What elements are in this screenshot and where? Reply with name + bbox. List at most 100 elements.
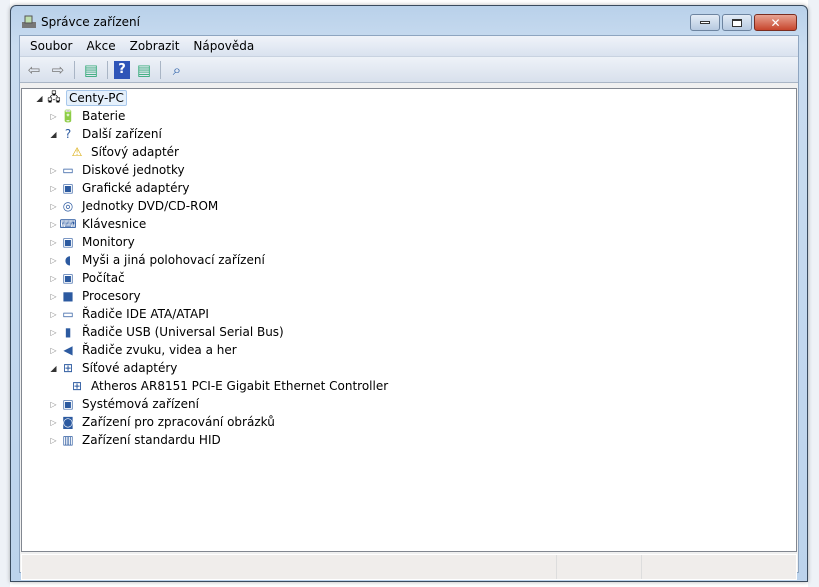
expand-arrow-icon[interactable]: ▷ [49, 400, 58, 409]
background-window [0, 0, 10, 587]
close-button[interactable]: ✕ [754, 14, 797, 31]
network-adapter-icon: ⊞ [62, 361, 74, 375]
display-adapter-icon: ▣ [62, 181, 74, 195]
tree-item-label: Diskové jednotky [82, 163, 185, 177]
scan-hardware-button[interactable]: ⌕ [167, 60, 187, 80]
tree-item[interactable]: ⚠ Síťový adaptér [68, 143, 181, 161]
system-device-icon: ▣ [62, 397, 74, 411]
menu-soubor[interactable]: Soubor [23, 39, 79, 53]
collapse-arrow-icon[interactable]: ◢ [49, 364, 58, 373]
tree-item-label: Klávesnice [82, 217, 147, 231]
client-area: Soubor Akce Zobrazit Nápověda ⇦ ⇨ ▤ ? ▤ … [19, 35, 799, 580]
expand-arrow-icon[interactable]: ▷ [49, 184, 58, 193]
tree-item-label: Řadiče USB (Universal Serial Bus) [82, 325, 284, 339]
show-hide-tree-button[interactable]: ▤ [81, 60, 101, 80]
ide-controller-icon: ▭ [62, 307, 74, 321]
tree-item[interactable]: ▷ ▣ Počítač [49, 269, 127, 287]
tree-item[interactable]: ▷ 🔋 Baterie [49, 107, 127, 125]
collapse-arrow-icon[interactable]: ◢ [49, 130, 58, 139]
expand-arrow-icon[interactable]: ▷ [49, 436, 58, 445]
tree-item-label: Počítač [82, 271, 125, 285]
keyboard-icon: ⌨ [59, 217, 77, 231]
tree-item[interactable]: ▷ ◎ Jednotky DVD/CD-ROM [49, 197, 220, 215]
unknown-device-icon: ? [64, 127, 72, 141]
menu-zobrazit[interactable]: Zobrazit [123, 39, 187, 53]
expand-arrow-icon[interactable]: ▷ [49, 112, 58, 121]
network-adapter-icon: ⊞ [71, 379, 83, 393]
background-window [808, 0, 819, 587]
tree-item[interactable]: ▷ ▥ Zařízení standardu HID [49, 431, 223, 449]
help-button[interactable]: ? [114, 60, 130, 79]
tree-item[interactable]: ▷ ▣ Monitory [49, 233, 137, 251]
expand-arrow-icon[interactable]: ▷ [49, 292, 58, 301]
tree-item[interactable]: ◢? Další zařízení [49, 125, 164, 143]
tree-root[interactable]: ◢ 🖧 Centy-PC [35, 89, 127, 107]
expand-arrow-icon[interactable]: ▷ [49, 220, 58, 229]
disk-drive-icon: ▭ [62, 163, 74, 177]
tree-item[interactable]: ▷ ■ Procesory [49, 287, 143, 305]
expand-arrow-icon[interactable]: ▷ [49, 256, 58, 265]
tree-item-label: Další zařízení [82, 127, 162, 141]
dvd-drive-icon: ◎ [62, 199, 74, 213]
usb-icon: ▮ [64, 325, 72, 339]
tree-item[interactable]: ▷ ▣ Grafické adaptéry [49, 179, 192, 197]
tree-item-label: Myši a jiná polohovací zařízení [82, 253, 265, 267]
warning-device-icon: ⚠ [71, 145, 83, 159]
imaging-device-icon: ◙ [62, 415, 74, 429]
expand-arrow-icon[interactable]: ▷ [49, 418, 58, 427]
menu-bar: Soubor Akce Zobrazit Nápověda [20, 36, 798, 57]
expand-arrow-icon[interactable]: ▷ [49, 274, 58, 283]
close-icon: ✕ [770, 15, 781, 30]
hid-icon: ▥ [62, 433, 74, 447]
expand-arrow-icon[interactable]: ▷ [49, 310, 58, 319]
window-title: Správce zařízení [41, 15, 140, 29]
minimize-button[interactable] [690, 14, 720, 31]
back-button[interactable]: ⇦ [24, 60, 44, 80]
tree-item[interactable]: ▷ ⌨ Klávesnice [49, 215, 148, 233]
processor-icon: ■ [62, 289, 74, 303]
expand-arrow-icon[interactable]: ▷ [49, 238, 58, 247]
tree-item-label: Síťové adaptéry [82, 361, 178, 375]
tree-item[interactable]: ▷ ◖ Myši a jiná polohovací zařízení [49, 251, 267, 269]
toolbar-separator [160, 60, 161, 79]
properties-button[interactable]: ▤ [134, 60, 154, 80]
tree-item-label: Monitory [82, 235, 135, 249]
tree-item[interactable]: ▷ ▭ Diskové jednotky [49, 161, 187, 179]
expand-arrow-icon[interactable]: ▷ [49, 328, 58, 337]
status-pane [642, 555, 697, 579]
tree-item-label: Řadiče IDE ATA/ATAPI [82, 307, 209, 321]
tree-item-label: Zařízení pro zpracování obrázků [82, 415, 275, 429]
tree-item-label: Baterie [82, 109, 126, 123]
mouse-icon: ◖ [64, 253, 72, 267]
menu-napoveda[interactable]: Nápověda [186, 39, 261, 53]
tree-item-label: Systémová zařízení [82, 397, 199, 411]
tree-item[interactable]: ⊞ Atheros AR8151 PCI-E Gigabit Ethernet C… [68, 377, 390, 395]
tree-item[interactable]: ▷ ◀ Řadiče zvuku, videa a her [49, 341, 239, 359]
speaker-icon: ◀ [63, 343, 73, 357]
tree-item[interactable]: ▷ ▭ Řadiče IDE ATA/ATAPI [49, 305, 211, 323]
maximize-button[interactable] [722, 14, 752, 31]
tree-item[interactable]: ▷ ◙ Zařízení pro zpracování obrázků [49, 413, 277, 431]
forward-button[interactable]: ⇨ [48, 60, 68, 80]
menu-akce[interactable]: Akce [79, 39, 122, 53]
expand-arrow-icon[interactable]: ▷ [49, 346, 58, 355]
tree-item-label: Jednotky DVD/CD-ROM [82, 199, 219, 213]
collapse-arrow-icon[interactable]: ◢ [35, 94, 44, 103]
tree-item[interactable]: ◢ ⊞ Síťové adaptéry [49, 359, 179, 377]
maximize-icon [732, 18, 742, 27]
tree-item[interactable]: ▷ ▮ Řadiče USB (Universal Serial Bus) [49, 323, 286, 341]
computer-icon: 🖧 [47, 89, 61, 104]
expand-arrow-icon[interactable]: ▷ [49, 202, 58, 211]
monitor-icon: ▣ [62, 235, 74, 249]
device-manager-window: Správce zařízení ✕ Soubor Akce Zobrazit … [10, 5, 808, 582]
expand-arrow-icon[interactable]: ▷ [49, 166, 58, 175]
device-tree[interactable]: ◢ 🖧 Centy-PC ▷ 🔋 Baterie ◢? Další zařízení ⚠ S… [21, 88, 797, 552]
tree-item[interactable]: ▷ ▣ Systémová zařízení [49, 395, 201, 413]
tree-item-label: Grafické adaptéry [82, 181, 190, 195]
tree-item-label: Síťový adaptér [91, 145, 179, 159]
minimize-icon [700, 21, 710, 24]
battery-icon: 🔋 [60, 109, 76, 123]
status-pane [557, 555, 642, 579]
toolbar-separator [74, 60, 75, 79]
status-bar [21, 554, 797, 580]
